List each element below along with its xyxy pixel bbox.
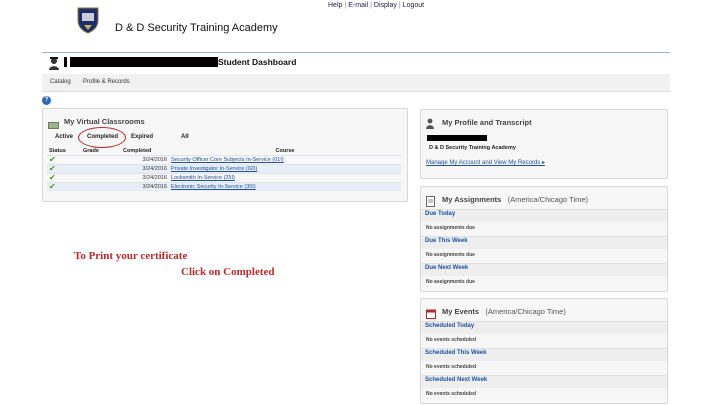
due-this-week-heading: Due This Week bbox=[425, 238, 468, 244]
help-icon[interactable]: ? bbox=[42, 96, 51, 105]
nav-bar: Catalog Profile & Records bbox=[42, 74, 670, 92]
display-link[interactable]: Display bbox=[374, 2, 397, 9]
assignments-panel: My Assignments (America/Chicago Time) Du… bbox=[420, 186, 668, 292]
col-grade: Grade bbox=[83, 148, 99, 154]
events-title: My Events (America/Chicago Time) bbox=[442, 307, 566, 316]
empty-message: No assignments due bbox=[426, 225, 475, 231]
redacted-name-bar bbox=[427, 135, 487, 141]
empty-message: No events scheduled bbox=[426, 337, 477, 343]
classroom-icon bbox=[48, 117, 59, 129]
redacted-name-bar bbox=[64, 57, 67, 67]
manage-account-link[interactable]: Manage My Account and View My Records ▸ bbox=[426, 159, 545, 166]
course-link[interactable]: Locksmith In-Service (25I) bbox=[171, 175, 235, 181]
due-today-heading: Due Today bbox=[425, 211, 456, 217]
events-timezone: (America/Chicago Time) bbox=[485, 307, 566, 316]
profile-title: My Profile and Transcript bbox=[442, 118, 532, 127]
course-link[interactable]: Electronic Security In-Service (30I) bbox=[171, 184, 256, 190]
graduate-icon bbox=[48, 56, 60, 70]
annotation-line-2: Click on Completed bbox=[181, 266, 275, 278]
col-course: Course bbox=[275, 148, 295, 154]
classrooms-table: Status Grade Completed Course ✔ 3/24/201… bbox=[47, 147, 401, 191]
completed-date: 3/24/2016 bbox=[121, 155, 169, 165]
scheduled-this-week-heading: Scheduled This Week bbox=[425, 350, 487, 356]
virtual-classrooms-panel: My Virtual Classrooms Active Completed E… bbox=[42, 108, 408, 202]
academy-label: D & D Security Training Academy bbox=[429, 145, 516, 151]
tab-active[interactable]: Active bbox=[55, 134, 73, 140]
academy-name: D & D Security Training Academy bbox=[115, 22, 278, 34]
page-title: Student Dashboard bbox=[218, 57, 297, 67]
completed-date: 3/24/2016 bbox=[121, 173, 169, 183]
annotation-line-1: To Print your certificate bbox=[74, 250, 188, 262]
profile-icon bbox=[426, 116, 434, 129]
scheduled-today-heading: Scheduled Today bbox=[425, 323, 475, 329]
empty-message: No assignments due bbox=[426, 252, 475, 258]
course-link[interactable]: Security Officer Core Subjects In-Servic… bbox=[171, 157, 284, 163]
completed-highlight-circle bbox=[78, 127, 126, 148]
email-link[interactable]: E-mail bbox=[348, 2, 368, 9]
table-row: ✔ 3/24/2016 Electronic Security In-Servi… bbox=[47, 182, 401, 191]
col-completed: Completed bbox=[123, 148, 152, 154]
assignment-doc-icon bbox=[426, 194, 435, 207]
empty-message: No events scheduled bbox=[426, 364, 477, 370]
table-row: ✔ 3/24/2016 Private Investigator In-Serv… bbox=[47, 164, 401, 174]
status-check-icon: ✔ bbox=[47, 182, 81, 191]
logout-link[interactable]: Logout bbox=[403, 2, 424, 9]
course-link[interactable]: Private Investigator In-Service (02I) bbox=[171, 166, 257, 172]
table-row: ✔ 3/24/2016 Security Officer Core Subjec… bbox=[47, 155, 401, 165]
completed-date: 3/24/2016 bbox=[121, 164, 169, 174]
top-links: Help | E-mail | Display | Logout bbox=[328, 2, 425, 9]
due-next-week-heading: Due Next Week bbox=[425, 265, 469, 271]
calendar-icon bbox=[426, 306, 436, 319]
assignments-title: My Assignments (America/Chicago Time) bbox=[442, 195, 589, 204]
completed-date: 3/24/2016 bbox=[121, 182, 169, 191]
profile-panel: My Profile and Transcript D & D Security… bbox=[420, 109, 668, 179]
classrooms-title: My Virtual Classrooms bbox=[64, 117, 145, 126]
empty-message: No events scheduled bbox=[426, 391, 477, 397]
empty-message: No assignments due bbox=[426, 279, 475, 285]
header-divider bbox=[42, 52, 670, 53]
nav-profile-records[interactable]: Profile & Records bbox=[83, 79, 130, 85]
events-panel: My Events (America/Chicago Time) Schedul… bbox=[420, 298, 668, 404]
academy-crest-logo bbox=[74, 6, 102, 34]
help-link[interactable]: Help bbox=[328, 2, 342, 9]
assignments-timezone: (America/Chicago Time) bbox=[507, 195, 589, 204]
tab-all[interactable]: All bbox=[181, 134, 189, 140]
table-row: ✔ 3/24/2016 Locksmith In-Service (25I) bbox=[47, 173, 401, 183]
scheduled-next-week-heading: Scheduled Next Week bbox=[425, 377, 488, 383]
tab-expired[interactable]: Expired bbox=[131, 134, 153, 140]
redacted-name-bar bbox=[70, 57, 218, 67]
nav-catalog[interactable]: Catalog bbox=[50, 79, 71, 85]
